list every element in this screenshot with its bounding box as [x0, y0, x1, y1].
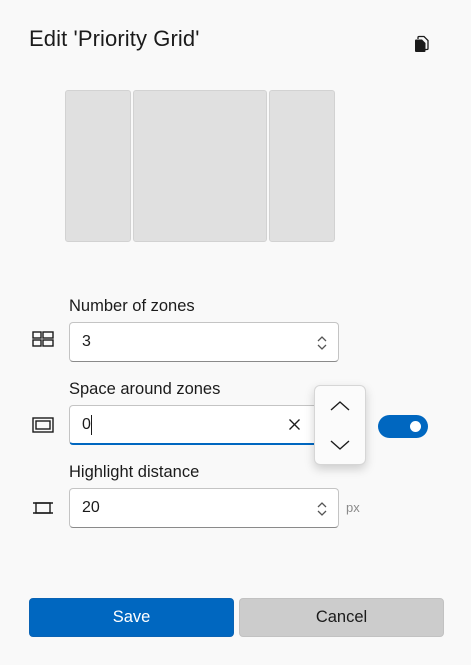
toggle-knob — [410, 421, 421, 432]
zones-label: Number of zones — [69, 297, 195, 316]
chevron-down-icon — [329, 439, 351, 451]
space-number-box[interactable]: 0 — [69, 405, 319, 445]
zones-number-box[interactable]: 3 — [69, 322, 339, 362]
duplicate-button[interactable] — [410, 32, 434, 56]
clear-button[interactable] — [285, 415, 303, 433]
grid-zones-icon — [32, 330, 54, 348]
copy-icon — [413, 35, 431, 53]
zone-preview-2 — [133, 90, 267, 242]
highlight-value: 20 — [82, 499, 100, 517]
cancel-button[interactable]: Cancel — [239, 598, 444, 637]
space-value: 0 — [82, 416, 91, 434]
zone-preview-3 — [269, 90, 335, 242]
edit-layout-dialog: Edit 'Priority Grid' Number of zones 3 S… — [0, 0, 471, 665]
highlight-number-box[interactable]: 20 — [69, 488, 339, 528]
spin-updown-icon[interactable] — [316, 500, 328, 518]
space-around-icon — [32, 416, 54, 434]
text-caret — [91, 415, 92, 435]
space-toggle[interactable] — [378, 415, 428, 438]
chevron-up-icon — [329, 400, 351, 412]
spin-popup — [314, 385, 366, 465]
zone-preview-1 — [65, 90, 131, 242]
save-button[interactable]: Save — [29, 598, 234, 637]
unit-label: px — [346, 500, 360, 515]
spin-updown-icon[interactable] — [316, 334, 328, 352]
decrement-button[interactable] — [315, 425, 365, 464]
increment-button[interactable] — [315, 386, 365, 425]
zones-value: 3 — [82, 333, 91, 351]
space-label: Space around zones — [69, 380, 220, 399]
highlight-distance-icon — [32, 499, 54, 517]
highlight-label: Highlight distance — [69, 463, 199, 482]
dialog-title: Edit 'Priority Grid' — [29, 26, 200, 52]
close-icon — [288, 418, 301, 431]
